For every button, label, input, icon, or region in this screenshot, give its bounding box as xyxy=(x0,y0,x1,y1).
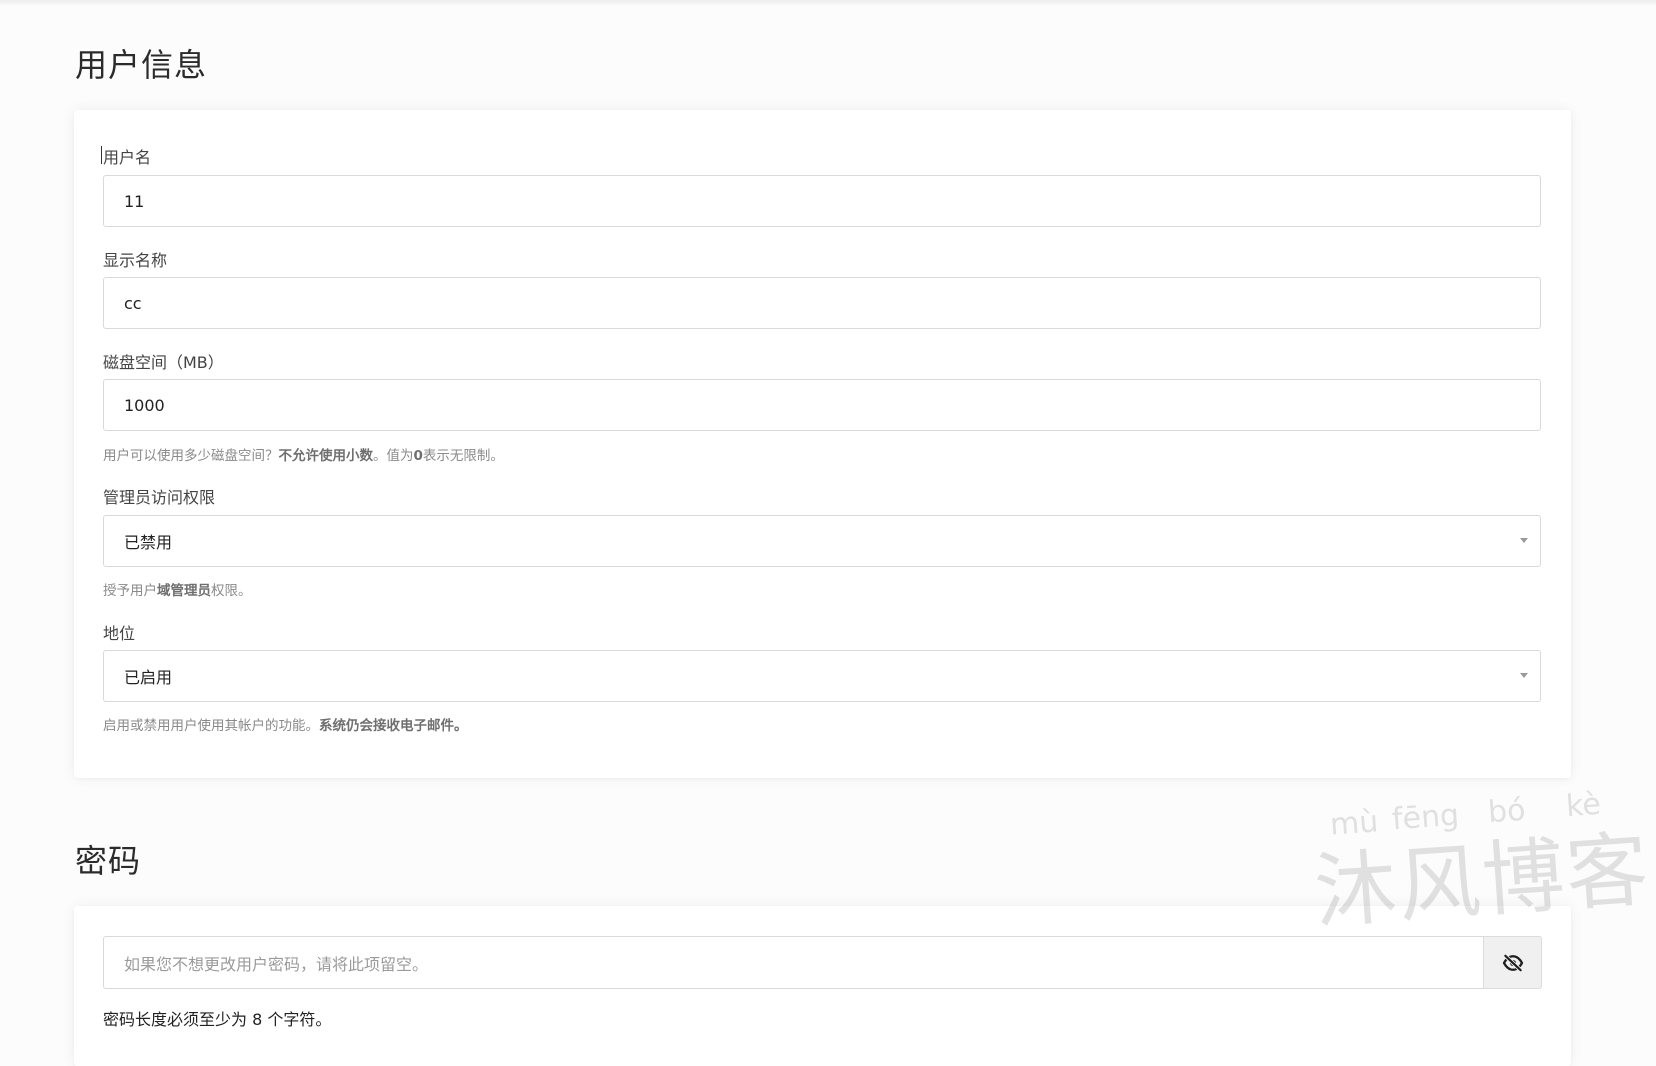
disk-space-help-pre: 用户可以使用多少磁盘空间？ xyxy=(103,448,279,464)
admin-access-help-pre: 授予用户 xyxy=(103,583,157,599)
watermark-pinyin-2: fēng xyxy=(1390,797,1461,838)
watermark-pinyin-1: mù xyxy=(1328,804,1380,843)
status-help: 启用或禁用用户使用其帐户的功能。系统仍会接收电子邮件。 xyxy=(103,714,468,734)
password-title: 密码 xyxy=(75,842,142,880)
admin-access-value: 已禁用 xyxy=(124,533,173,552)
password-card: 如果您不想更改用户密码，请将此项留空。 密码长度必须至少为 8 个字符。 xyxy=(74,906,1571,1066)
chevron-down-icon xyxy=(1520,673,1528,678)
username-input[interactable]: 11 xyxy=(103,175,1541,227)
disk-space-help-bold2: 0 xyxy=(413,448,423,464)
username-value: 11 xyxy=(124,191,145,211)
admin-access-help: 授予用户域管理员权限。 xyxy=(103,579,252,599)
password-placeholder: 如果您不想更改用户密码，请将此项留空。 xyxy=(124,954,429,974)
password-requirement-note: 密码长度必须至少为 8 个字符。 xyxy=(103,1010,332,1029)
username-label: 用户名 xyxy=(101,144,152,168)
disk-space-help-bold: 不允许使用小数 xyxy=(278,448,374,464)
watermark: mù fēng bó kè 沐风博客 xyxy=(1310,787,1653,941)
watermark-pinyin-3: bó xyxy=(1486,792,1527,831)
top-shadow xyxy=(0,0,1656,6)
eye-slash-icon xyxy=(1502,953,1523,972)
status-select[interactable]: 已启用 xyxy=(103,650,1541,702)
display-name-value: cc xyxy=(124,293,142,313)
status-label: 地位 xyxy=(103,624,136,643)
disk-space-help: 用户可以使用多少磁盘空间？不允许使用小数。值为0表示无限制。 xyxy=(103,444,504,464)
disk-space-help-post: 表示无限制。 xyxy=(422,448,504,464)
disk-space-label: 磁盘空间（MB） xyxy=(103,353,224,372)
admin-access-help-bold: 域管理员 xyxy=(157,583,211,599)
user-info-title: 用户信息 xyxy=(75,46,208,84)
status-help-bold: 系统仍会接收电子邮件。 xyxy=(319,718,468,734)
disk-space-help-mid: 。值为 xyxy=(373,448,414,464)
admin-access-select[interactable]: 已禁用 xyxy=(103,515,1541,567)
display-name-label: 显示名称 xyxy=(103,251,168,270)
disk-space-value: 1000 xyxy=(124,395,165,415)
user-info-card: 用户名 11 显示名称 cc 磁盘空间（MB） 1000 用户可以使用多少磁盘空… xyxy=(74,110,1571,778)
username-label-text: 用户名 xyxy=(103,148,152,167)
chevron-down-icon xyxy=(1520,538,1528,543)
text-caret xyxy=(101,146,102,164)
display-name-input[interactable]: cc xyxy=(103,277,1541,329)
admin-access-label: 管理员访问权限 xyxy=(103,488,216,507)
status-help-pre: 启用或禁用用户使用其帐户的功能。 xyxy=(103,718,319,734)
watermark-pinyin-4: kè xyxy=(1564,786,1602,825)
toggle-password-visibility-button[interactable] xyxy=(1483,936,1542,989)
password-input[interactable]: 如果您不想更改用户密码，请将此项留空。 xyxy=(103,936,1483,989)
admin-access-help-post: 权限。 xyxy=(211,583,252,599)
disk-space-input[interactable]: 1000 xyxy=(103,379,1541,431)
status-value: 已启用 xyxy=(124,668,173,687)
